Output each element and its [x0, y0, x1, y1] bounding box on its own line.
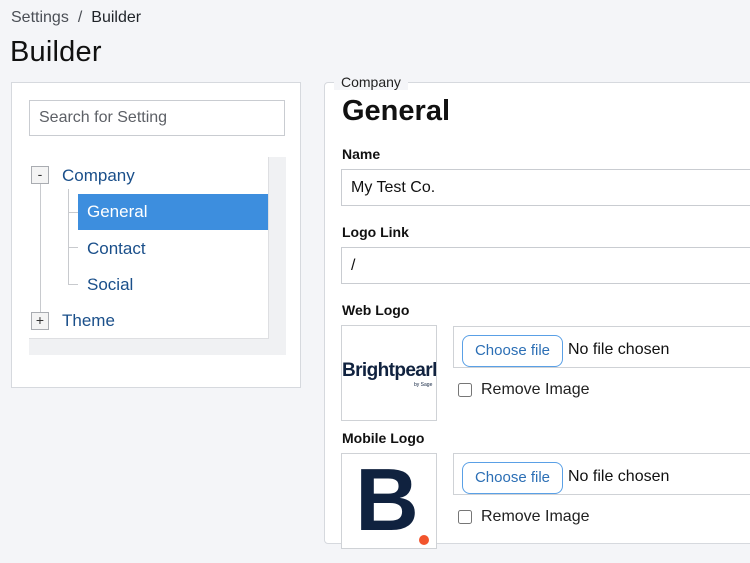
section-title: General [342, 95, 450, 127]
breadcrumb-separator: / [77, 9, 83, 26]
web-logo-preview: Brightpearl by Sage [341, 325, 437, 421]
brightpearl-logo: Brightpearl [342, 360, 437, 381]
logo-link-label: Logo Link [342, 224, 409, 240]
web-logo-no-file-text: No file chosen [568, 341, 670, 358]
tree-connector [68, 189, 69, 284]
tree-connector [68, 247, 78, 248]
tree-item-general[interactable]: General [78, 194, 268, 230]
mobile-logo-remove-checkbox[interactable] [458, 510, 472, 524]
mobile-logo-remove-label: Remove Image [481, 508, 590, 525]
tree-scroll-area[interactable]: - Company General Contact Social + Theme [29, 157, 286, 355]
web-logo-choose-file-button[interactable]: Choose file [462, 335, 563, 367]
web-logo-file-input: Choose file No file chosen [453, 326, 750, 368]
name-label: Name [342, 146, 381, 162]
name-input[interactable] [341, 169, 750, 206]
mobile-logo-preview: B [341, 450, 437, 549]
tree-item-contact[interactable]: Contact [87, 239, 146, 259]
brightpearl-b-logo: B [355, 450, 419, 549]
tree-connector [68, 284, 78, 285]
fieldset-legend: Company [334, 74, 408, 90]
settings-tree: - Company General Contact Social + Theme [29, 157, 269, 339]
mobile-logo-file-input: Choose file No file chosen [453, 453, 750, 495]
brand-dot-icon [419, 535, 429, 545]
logo-link-input[interactable] [341, 247, 750, 284]
tree-item-theme[interactable]: Theme [62, 311, 115, 331]
web-logo-remove-label: Remove Image [481, 381, 590, 398]
mobile-logo-choose-file-button[interactable]: Choose file [462, 462, 563, 494]
settings-tree-panel: - Company General Contact Social + Theme [11, 82, 301, 388]
breadcrumb-current: Builder [91, 9, 142, 26]
tree-connector [68, 212, 78, 213]
collapse-company-toggle[interactable]: - [31, 166, 49, 184]
setting-search-input[interactable] [29, 100, 285, 136]
breadcrumb: Settings / Builder [11, 9, 141, 27]
mobile-logo-label: Mobile Logo [342, 430, 425, 446]
web-logo-label: Web Logo [342, 302, 410, 318]
tree-item-social[interactable]: Social [87, 275, 133, 295]
page-title: Builder [10, 36, 102, 68]
expand-theme-toggle[interactable]: + [31, 312, 49, 330]
web-logo-remove-checkbox[interactable] [458, 383, 472, 397]
mobile-logo-no-file-text: No file chosen [568, 468, 670, 485]
breadcrumb-root-link[interactable]: Settings [11, 9, 69, 26]
tree-connector [40, 175, 41, 320]
tree-item-company[interactable]: Company [62, 166, 135, 186]
brightpearl-logo-sub: by Sage [414, 382, 433, 388]
